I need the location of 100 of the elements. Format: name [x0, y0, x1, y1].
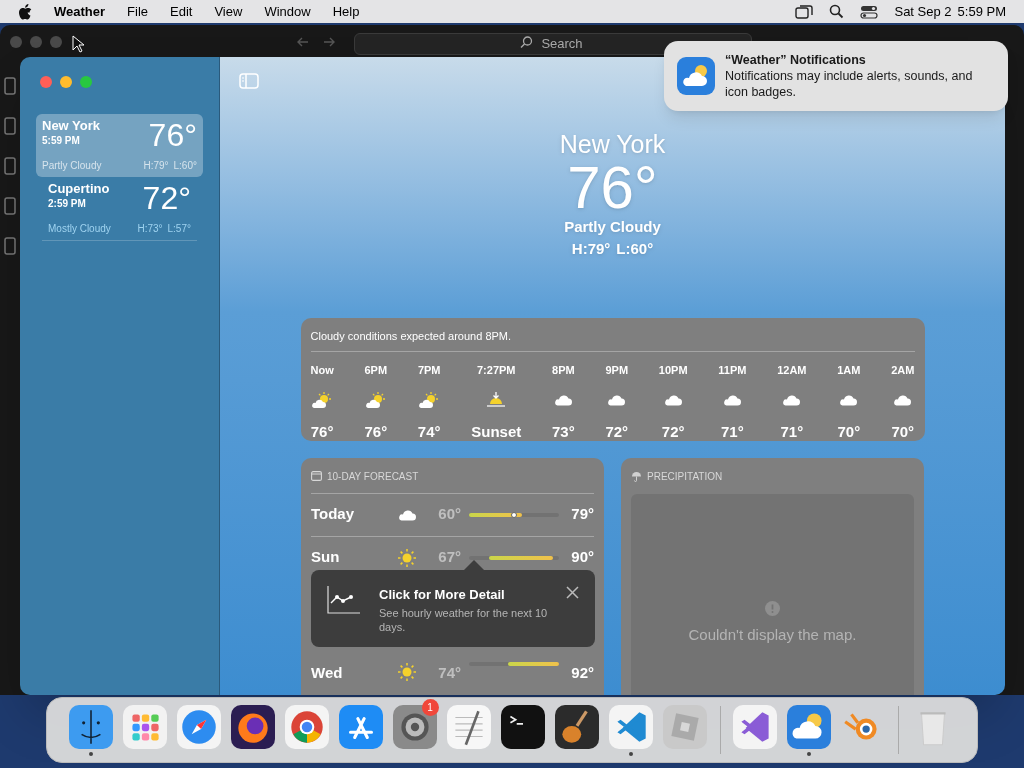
forecast-row[interactable]: Wed 74° 92°: [311, 655, 594, 690]
sidebar-toggle-icon[interactable]: [239, 73, 259, 89]
low-temp: L:60°: [173, 159, 197, 173]
condition: Partly Cloudy: [42, 159, 102, 173]
temperature-range-bar: [469, 512, 523, 517]
hour-temperature: 72°: [605, 422, 629, 441]
cloud-icon: [782, 393, 802, 406]
hour-label: 2AM: [891, 362, 915, 377]
apple-icon[interactable]: [18, 3, 32, 20]
low-temp: L:57°: [167, 222, 191, 236]
high-temp: 79°: [571, 504, 594, 525]
menu-item[interactable]: File: [127, 1, 148, 22]
letter-a-icon[interactable]: [339, 704, 383, 749]
cloud-icon: [893, 393, 913, 406]
hour-label: 6PM: [364, 362, 388, 377]
map-error-message: Couldn't display the map.: [688, 624, 857, 645]
hour-temperature: 76°: [310, 422, 334, 441]
hour-temperature: Sunset: [471, 422, 522, 441]
hour-temperature: 73°: [552, 422, 575, 441]
ide-logo-icon[interactable]: [733, 704, 777, 749]
hour-temperature: 76°: [364, 422, 388, 441]
window-control[interactable]: [50, 36, 62, 48]
control-center-icon[interactable]: [860, 4, 879, 19]
code-editor-icon[interactable]: [609, 704, 653, 749]
hour-label: 7:27PM: [477, 362, 516, 377]
menu-item[interactable]: Window: [264, 1, 311, 22]
temperature: 72°: [142, 181, 191, 215]
menu-date: Sat Sep 2: [894, 2, 952, 21]
window-control[interactable]: [10, 36, 22, 48]
current-temperature: 76°: [567, 159, 658, 217]
hour-label: 9PM: [605, 362, 629, 377]
low-temp: 67°: [437, 547, 461, 568]
menu-item[interactable]: Weather: [54, 1, 106, 22]
hour-label: 12AM: [777, 362, 807, 377]
card-title: 10-DAY FORECAST: [327, 469, 419, 484]
app-grid-icon[interactable]: [123, 704, 167, 749]
screens-icon[interactable]: [795, 4, 814, 19]
low-temp: 74°: [437, 662, 461, 683]
notepad-pen-icon[interactable]: [447, 704, 491, 749]
cloud-icon: [839, 393, 859, 406]
navigation-arrows-icon[interactable]: [296, 36, 336, 48]
finder-face-icon[interactable]: [69, 704, 113, 749]
cloud-icon: [607, 393, 627, 406]
temperature: 76°: [148, 118, 197, 152]
calendar-icon: [311, 471, 322, 481]
high-temp: 92°: [571, 662, 594, 683]
hour-temperature: 72°: [661, 422, 685, 441]
local-time: 5:59 PM: [42, 134, 81, 147]
forecast-summary: Cloudy conditions expected around 8PM.: [310, 318, 915, 352]
condition: Mostly Cloudy: [48, 222, 111, 236]
partly-cloudy-icon: [418, 390, 441, 409]
mouse-pointer-icon: [72, 35, 84, 53]
tooltip-text: See hourly weather for the next 10 days.: [379, 606, 548, 634]
window-control[interactable]: [60, 76, 72, 88]
hour-label: 7PM: [417, 362, 441, 377]
menu-item[interactable]: Help: [332, 1, 360, 22]
sun-icon: [397, 661, 417, 682]
partly-cloudy-icon: [364, 390, 387, 409]
hour-temperature: 74°: [417, 422, 441, 441]
line-chart-icon: [327, 584, 361, 615]
notification-badge: 1: [421, 698, 439, 716]
fox-globe-icon[interactable]: [231, 704, 275, 749]
menu-item[interactable]: Edit: [170, 1, 193, 22]
hour-label: 10PM: [658, 362, 688, 377]
terminal-icon[interactable]: [501, 704, 545, 749]
close-icon[interactable]: [566, 585, 579, 599]
menu-item[interactable]: View: [214, 1, 243, 22]
day-label: Wed: [311, 662, 344, 683]
tooltip-title: Click for More Detail: [379, 585, 506, 604]
city-title: New York: [559, 129, 666, 159]
low-temp: L:60°: [616, 239, 654, 259]
gear-icon[interactable]: [393, 704, 437, 749]
partly-cloudy-icon: [311, 390, 334, 409]
hour-label: Now: [310, 362, 334, 377]
city-name: New York: [42, 118, 101, 134]
sun-icon: [397, 547, 417, 568]
hour-temperature: 71°: [780, 422, 804, 441]
cloud-icon: [397, 508, 417, 521]
local-time: 2:59 PM: [48, 197, 87, 210]
hour-label: 8PM: [552, 362, 575, 377]
card-title: PRECIPITATION: [647, 469, 723, 484]
notification-title: “Weather” Notifications: [725, 52, 867, 68]
hour-label: 1AM: [837, 362, 861, 377]
window-control[interactable]: [30, 36, 42, 48]
day-label: Sun: [311, 547, 341, 568]
menu-clock: 5:59 PM: [957, 2, 1006, 21]
umbrella-icon: [631, 470, 642, 482]
compass-icon[interactable]: [177, 704, 221, 749]
guitar-icon[interactable]: [555, 704, 599, 749]
temperature-range-bar: [508, 661, 559, 666]
hour-temperature: 71°: [721, 422, 744, 441]
notification-text: Notifications may include alerts, sounds, and icon badges.: [725, 68, 974, 100]
window-control[interactable]: [80, 76, 92, 88]
location-item[interactable]: Cupertino 2:59 PM 72° Mostly Cloudy H:73° L:57°: [42, 177, 197, 241]
current-condition: Partly Cloudy: [564, 217, 661, 237]
weather-app-icon[interactable]: [787, 704, 831, 749]
day-label: Today: [311, 504, 356, 525]
high-temp: H:79°: [143, 159, 169, 173]
high-temp: H:73°: [137, 222, 163, 236]
round-logo-icon[interactable]: [285, 704, 329, 749]
